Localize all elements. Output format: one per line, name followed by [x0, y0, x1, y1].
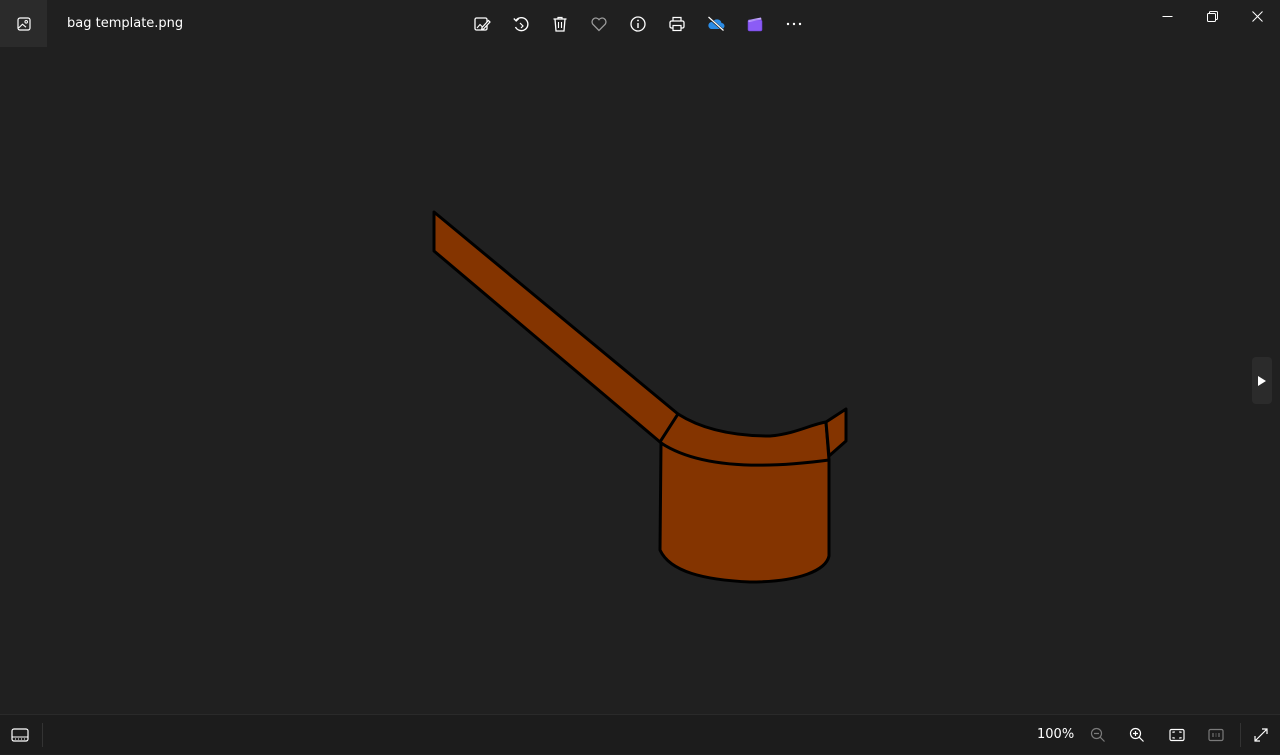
actual-size-icon — [1208, 728, 1224, 742]
filmstrip-toggle-button[interactable] — [0, 715, 40, 755]
fit-to-window-button[interactable] — [1159, 715, 1195, 755]
clipchamp-button[interactable] — [736, 4, 774, 44]
print-button[interactable] — [658, 4, 696, 44]
full-screen-button[interactable] — [1243, 715, 1279, 755]
close-button[interactable] — [1235, 0, 1280, 32]
fit-to-window-icon — [1169, 728, 1185, 742]
more-options-button[interactable] — [775, 4, 813, 44]
photos-app-button[interactable] — [0, 0, 47, 47]
zoom-in-icon — [1129, 727, 1144, 742]
image-toolbar — [463, 4, 813, 44]
more-options-icon — [786, 22, 802, 26]
image-canvas[interactable] — [0, 48, 1280, 714]
favorite-heart-icon — [591, 17, 607, 32]
delete-icon — [553, 16, 567, 32]
info-icon — [630, 16, 646, 32]
zoom-out-icon — [1090, 727, 1105, 742]
play-next-icon — [1258, 375, 1266, 386]
edit-image-button[interactable] — [463, 4, 501, 44]
photos-app-icon — [16, 16, 31, 31]
delete-button[interactable] — [541, 4, 579, 44]
favorite-button[interactable] — [580, 4, 618, 44]
window-controls — [1145, 0, 1280, 32]
zoom-out-button[interactable] — [1080, 715, 1116, 755]
status-divider-left — [42, 723, 43, 747]
status-bar: 100% — [0, 714, 1280, 754]
onedrive-button[interactable] — [697, 4, 735, 44]
rotate-button[interactable] — [502, 4, 540, 44]
next-image-button[interactable] — [1252, 357, 1272, 404]
file-info-button[interactable] — [619, 4, 657, 44]
onedrive-cloud-icon — [707, 16, 725, 32]
zoom-in-button[interactable] — [1119, 715, 1155, 755]
clipchamp-icon — [747, 17, 763, 32]
bag-template-image — [432, 210, 848, 584]
minimize-button[interactable] — [1145, 0, 1190, 32]
actual-size-button[interactable] — [1198, 715, 1234, 755]
minimize-icon — [1162, 15, 1173, 17]
title-bar: bag template.png — [0, 0, 1280, 48]
status-divider-right — [1240, 723, 1241, 747]
restore-icon — [1207, 10, 1218, 22]
restore-button[interactable] — [1190, 0, 1235, 32]
filmstrip-icon — [11, 728, 29, 742]
print-icon — [669, 16, 685, 32]
close-icon — [1252, 10, 1263, 22]
file-name-title: bag template.png — [67, 16, 184, 31]
zoom-level-label[interactable]: 100% — [1037, 727, 1074, 742]
edit-image-icon — [474, 17, 491, 31]
expand-icon — [1254, 728, 1268, 742]
rotate-icon — [513, 16, 529, 32]
